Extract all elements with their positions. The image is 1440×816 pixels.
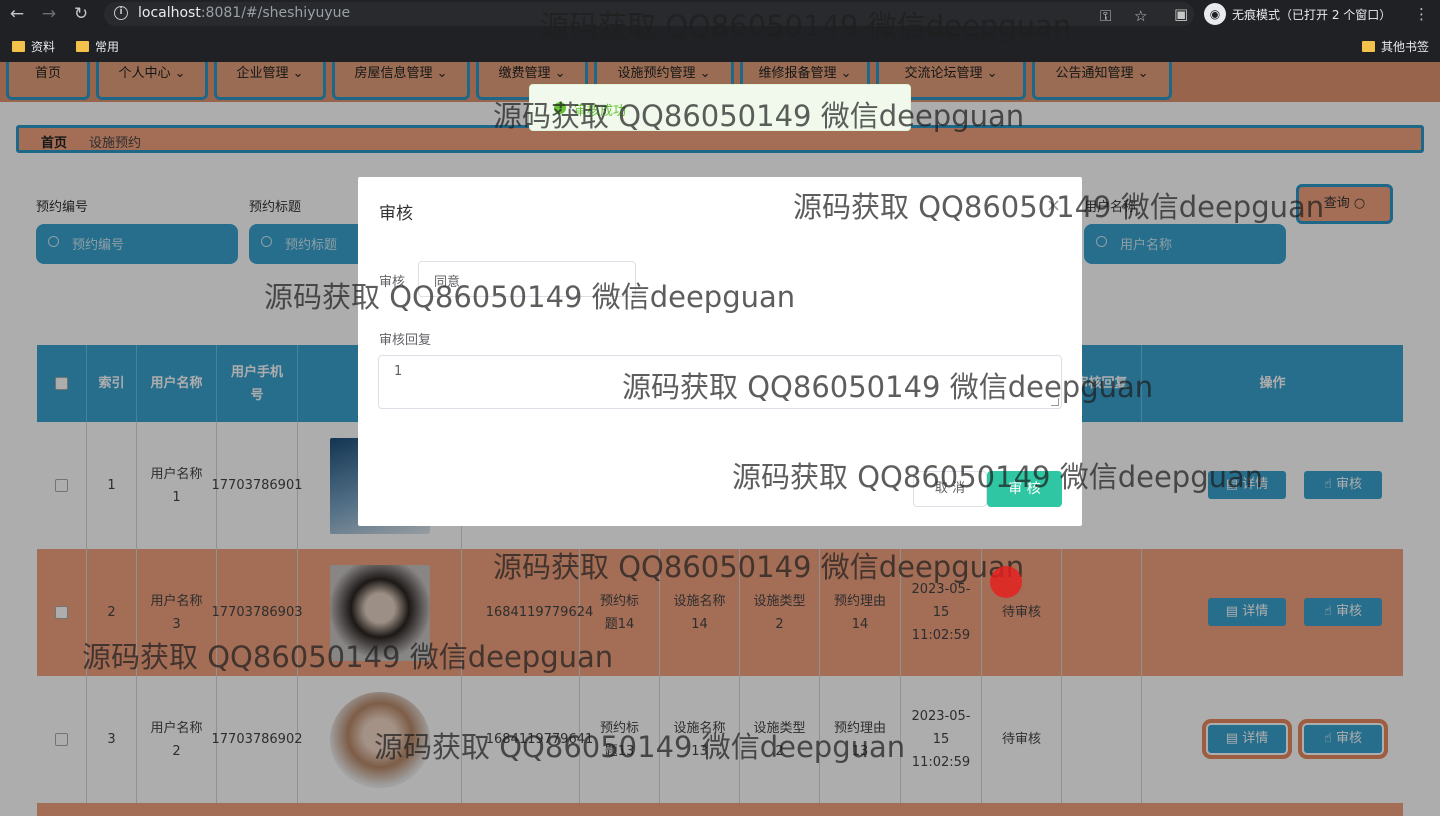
menu-dots-icon[interactable]: ⋮ [1414,4,1429,24]
bookmark-star-icon[interactable]: ☆ [1134,6,1147,26]
review-label: 审核 [379,275,406,290]
close-icon[interactable]: × [1046,195,1061,216]
bookmark-folder[interactable]: 常用 [76,38,119,55]
success-icon [554,102,566,114]
dialog-title: 审核 [379,204,413,224]
browser-toolbar: ← → ↻ i localhost:8081/#/sheshiyuyue ⚿ ☆… [0,0,1440,28]
url-path: :8081/#/sheshiyuyue [200,5,351,21]
address-bar[interactable]: i localhost:8081/#/sheshiyuyue ⚿ ☆ [104,2,1194,26]
sidepanel-icon[interactable]: ▣ [1174,4,1188,24]
other-bookmarks[interactable]: 其他书签 [1362,38,1429,55]
cursor-highlight [990,566,1022,598]
forward-icon[interactable]: → [38,3,60,25]
folder-icon [76,41,89,52]
bookmark-label: 资料 [31,40,56,54]
incognito-label: 无痕模式（已打开 2 个窗口） [1232,8,1392,22]
folder-icon [1362,41,1375,52]
review-dialog: 审核 × 审核 同意 审核回复 1 取 消 审 核 [358,177,1082,526]
reply-textarea[interactable]: 1 [378,355,1062,409]
cancel-button[interactable]: 取 消 [913,471,987,507]
confirm-review-button[interactable]: 审 核 [987,471,1062,507]
reply-label: 审核回复 [379,333,432,348]
site-info-icon[interactable]: i [114,6,128,20]
folder-icon [12,41,25,52]
success-toast: 审核成功 [529,84,911,131]
reload-icon[interactable]: ↻ [70,3,92,25]
url-host: localhost [138,5,201,21]
bookmark-label: 常用 [95,40,120,54]
bookmark-label: 其他书签 [1381,40,1430,54]
review-select[interactable]: 同意 [418,261,636,297]
bookmark-folder[interactable]: 资料 [12,38,55,55]
incognito-icon[interactable]: ◉ [1204,3,1226,25]
resize-handle-icon[interactable] [1051,398,1059,406]
back-icon[interactable]: ← [6,3,28,25]
key-icon[interactable]: ⚿ [1100,6,1111,26]
bookmarks-bar: 资料 常用 其他书签 [0,28,1440,62]
toast-message: 审核成功 [574,104,627,119]
